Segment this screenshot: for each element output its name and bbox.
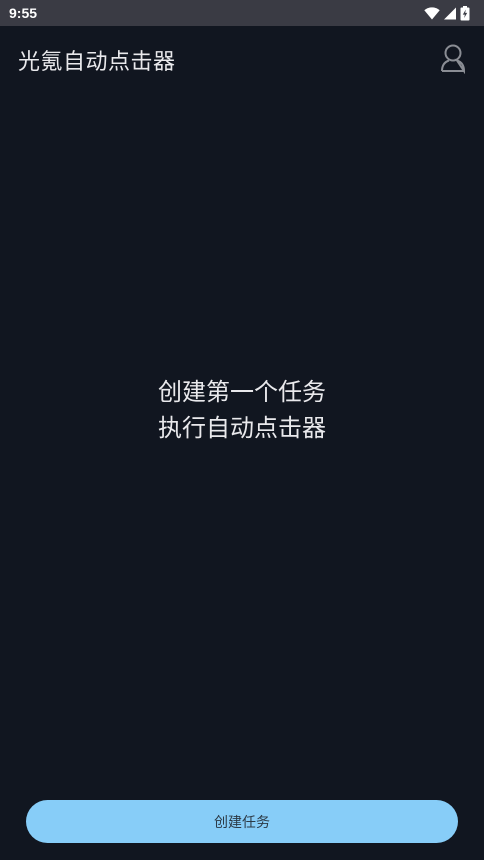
empty-state-line1: 创建第一个任务 — [158, 378, 326, 406]
status-time: 9:55 — [9, 5, 38, 21]
status-bar: 9:55 — [0, 0, 484, 26]
wifi-icon — [424, 6, 440, 20]
empty-state-message: 创建第一个任务 执行自动点击器 — [0, 374, 484, 446]
battery-charging-icon — [460, 5, 470, 21]
status-icons — [424, 5, 470, 21]
app-title: 光氪自动点击器 — [18, 50, 176, 75]
user-profile-icon — [439, 42, 467, 78]
empty-state-line2: 执行自动点击器 — [158, 414, 326, 442]
app-bar: 光氪自动点击器 — [0, 26, 484, 96]
profile-button[interactable] — [438, 44, 468, 76]
cellular-signal-icon — [443, 7, 457, 20]
create-task-button[interactable]: 创建任务 — [26, 800, 458, 843]
